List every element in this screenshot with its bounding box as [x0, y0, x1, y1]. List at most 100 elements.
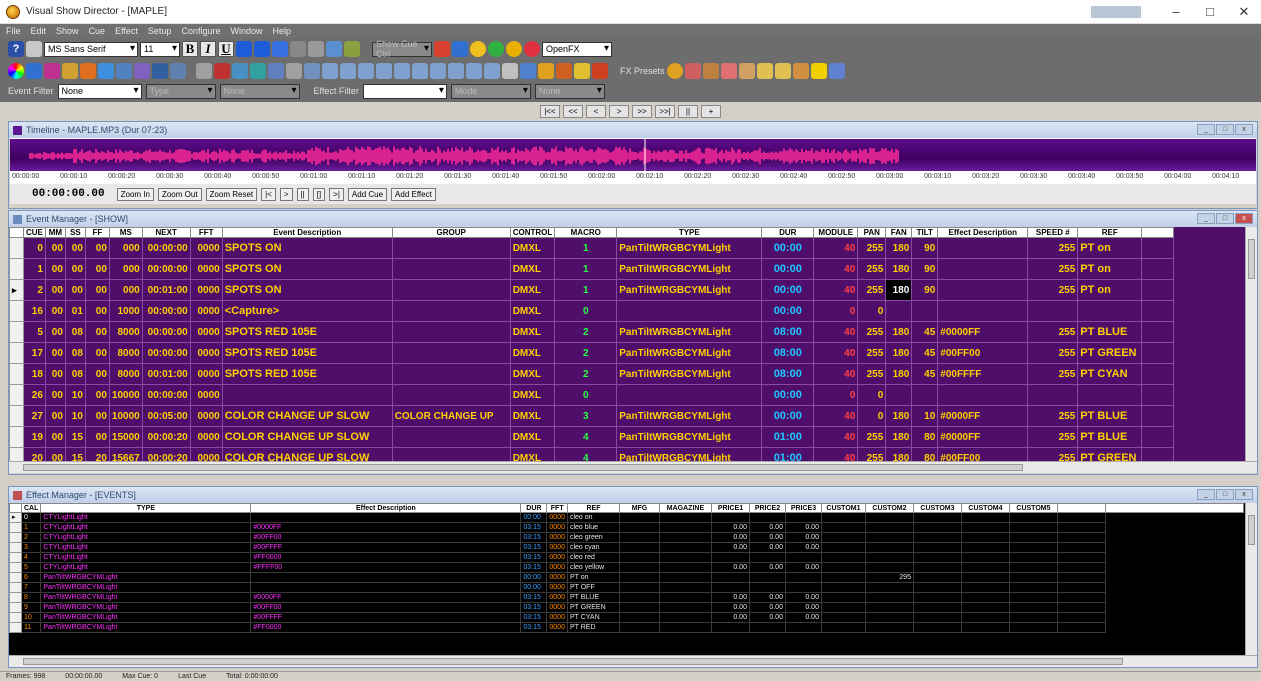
fx2-icon[interactable] [684, 63, 701, 79]
row-selector[interactable] [9, 532, 22, 543]
event-close-icon[interactable]: x [1235, 213, 1253, 224]
row-selector[interactable] [9, 237, 24, 259]
heart-icon[interactable] [434, 41, 450, 57]
event-col-header[interactable]: FAN [885, 227, 913, 238]
fx10-icon[interactable] [828, 63, 845, 79]
effect-col-header[interactable]: MAGAZINE [658, 503, 712, 513]
event-col-header[interactable]: FFT [189, 227, 223, 238]
timeline-minimize-icon[interactable]: _ [1197, 124, 1215, 135]
box-icon[interactable] [134, 63, 150, 79]
row-selector[interactable] [9, 522, 22, 533]
row-selector[interactable] [9, 612, 22, 623]
fx4-icon[interactable] [720, 63, 737, 79]
transport-button-6[interactable]: [] [312, 187, 326, 201]
row-selector[interactable] [9, 552, 22, 563]
event-row[interactable]: 20 00 15 20 15667 00:00:20 0000 COLOR CHANGE UP… [9, 447, 1175, 461]
group-icon[interactable] [250, 63, 266, 79]
effect-minimize-icon[interactable]: _ [1197, 489, 1215, 500]
row-selector[interactable] [9, 622, 22, 633]
menu-help[interactable]: Help [273, 26, 292, 36]
brush-icon[interactable] [44, 63, 60, 79]
bomb-icon[interactable] [214, 63, 230, 79]
effect-hscroll[interactable] [9, 655, 1257, 667]
effect-row[interactable]: 2 CTYLightLight #00FF00 03:15 0000 cleo green… [9, 532, 1244, 543]
doc8-icon[interactable] [448, 63, 464, 79]
event-row[interactable]: 16 00 01 00 1000 00:00:00 0000 <Capture> DMXL 0 00… [9, 300, 1175, 322]
effect-row[interactable]: 3 CTYLightLight #00FFFF 03:15 0000 cleo cyan 0… [9, 542, 1244, 553]
effect-filter-combo[interactable] [362, 83, 447, 99]
event-row[interactable]: 19 00 15 00 15000 00:00:20 0000 COLOR CHANGE UP… [9, 426, 1175, 448]
effect-row[interactable]: 5 CTYLightLight #FFFF00 03:15 0000 cleo yello… [9, 562, 1244, 573]
effect-col-header[interactable]: CUSTOM3 [912, 503, 962, 513]
doc5-icon[interactable] [394, 63, 410, 79]
event-col-header[interactable]: REF [1077, 227, 1143, 238]
transport-button-3[interactable]: |< [261, 187, 276, 201]
chart-line-icon[interactable] [170, 63, 186, 79]
color-wheel-icon[interactable] [8, 63, 24, 79]
row-selector[interactable] [9, 447, 24, 461]
nav-button-6[interactable]: || [678, 104, 698, 118]
event-hscroll[interactable] [9, 461, 1257, 473]
row-selector[interactable] [9, 426, 24, 448]
maximize-icon[interactable]: □ [1193, 0, 1227, 24]
effect-col-header[interactable]: PRICE1 [710, 503, 750, 513]
green-circle-icon[interactable] [488, 41, 504, 57]
event-col-header[interactable]: DUR [761, 227, 815, 238]
event-col-header[interactable]: NEXT [141, 227, 191, 238]
effect-col-header[interactable]: CUSTOM4 [960, 503, 1010, 513]
align-center-icon[interactable] [254, 41, 270, 57]
event-row[interactable]: 1 00 00 00 000 00:00:00 0000 SPOTS ON DMXL 1 PanTi… [9, 258, 1175, 280]
event-row[interactable]: 26 00 10 00 10000 00:00:00 0000 DMXL 0 00:00 0 0 [9, 384, 1175, 406]
menu-file[interactable]: File [6, 26, 21, 36]
event-col-header[interactable]: MS [108, 227, 143, 238]
effect-col-header[interactable]: PRICE2 [748, 503, 786, 513]
doc9-icon[interactable] [466, 63, 482, 79]
doc10-icon[interactable] [484, 63, 500, 79]
menu-setup[interactable]: Setup [148, 26, 172, 36]
yellow-circle-icon[interactable] [470, 41, 486, 57]
row-selector[interactable]: ▸ [9, 279, 24, 301]
firework4-icon[interactable] [592, 63, 608, 79]
row-selector[interactable] [9, 572, 22, 583]
event-row[interactable]: 5 00 08 00 8000 00:00:00 0000 SPOTS RED 105E DMX… [9, 321, 1175, 343]
event-col-header[interactable]: SS [64, 227, 86, 238]
row-selector[interactable]: ▸ [9, 512, 22, 523]
event-col-header[interactable]: FF [84, 227, 110, 238]
effect-row[interactable]: 7 PanTiltWRGBCYMLight 00:00 0000 PT OFF [9, 582, 1244, 593]
nav-button-2[interactable]: < [586, 104, 606, 118]
event-col-header[interactable]: MM [44, 227, 66, 238]
effect-type-combo[interactable]: None [534, 83, 605, 99]
nav-button-7[interactable]: + [701, 104, 721, 118]
transport-button-7[interactable]: >| [329, 187, 344, 201]
event-col-header[interactable]: Effect Description [937, 227, 1029, 238]
effect-col-header[interactable]: CUSTOM5 [1008, 503, 1058, 513]
event-row[interactable]: 27 00 10 00 10000 00:05:00 0000 COLOR CHANGE UP… [9, 405, 1175, 427]
italic-button[interactable]: I [200, 41, 216, 57]
fx1-icon[interactable] [666, 63, 683, 79]
fx7-icon[interactable] [774, 63, 791, 79]
delete-icon[interactable] [502, 63, 518, 79]
transport-button-1[interactable]: Zoom Out [157, 187, 202, 201]
effect-restore-icon[interactable]: □ [1216, 489, 1234, 500]
firework2-icon[interactable] [556, 63, 572, 79]
transport-button-8[interactable]: Add Cue [347, 187, 388, 201]
underline-button[interactable]: U [218, 41, 234, 57]
nav-button-0[interactable]: |<< [540, 104, 560, 118]
transport-button-4[interactable]: > [279, 187, 293, 201]
event-row[interactable]: 17 00 08 00 8000 00:00:00 0000 SPOTS RED 105E DM… [9, 342, 1175, 364]
event-col-header[interactable]: MACRO [554, 227, 618, 238]
effect-row[interactable]: ▸ 0 CTYLightLight 00:00 0000 cleo on [9, 512, 1244, 523]
nav-button-1[interactable]: << [563, 104, 583, 118]
event-col-header[interactable]: CUE [23, 227, 46, 238]
close-icon[interactable]: ✕ [1227, 0, 1261, 24]
transport-button-9[interactable]: Add Effect [391, 187, 436, 201]
event-filter-combo[interactable]: None [57, 83, 142, 99]
effect-row[interactable]: 1 CTYLightLight #0000FF 03:15 0000 cleo blue 0… [9, 522, 1244, 533]
tag-icon[interactable] [98, 63, 114, 79]
event-restore-icon[interactable]: □ [1216, 213, 1234, 224]
effect-col-header[interactable]: MFG [618, 503, 660, 513]
row-selector[interactable] [9, 405, 24, 427]
bag-icon[interactable] [116, 63, 132, 79]
effect-row[interactable]: 6 PanTiltWRGBCYMLight 00:00 0000 PT on 295 [9, 572, 1244, 583]
fx8-icon[interactable] [792, 63, 809, 79]
